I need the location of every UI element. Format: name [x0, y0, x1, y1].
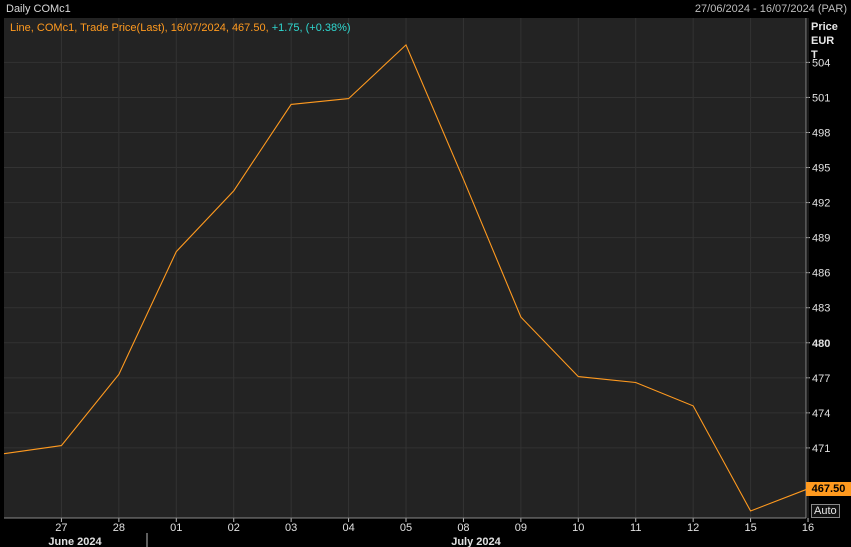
y-tick-label: 477 [812, 373, 830, 385]
unit-header-line: T [811, 49, 818, 61]
last-value-marker: 467.50 [806, 482, 851, 496]
auto-scale-button[interactable]: Auto [811, 504, 840, 518]
x-tick-label: 04 [342, 522, 354, 534]
price-header-line: Price [811, 21, 838, 33]
x-tick-label: 05 [400, 522, 412, 534]
y-tick-label: 501 [812, 92, 830, 104]
x-tick-label: 27 [55, 522, 67, 534]
x-tick-label: 02 [228, 522, 240, 534]
y-tick-label: 483 [812, 303, 830, 315]
x-tick-label: 11 [630, 522, 641, 534]
price-chart[interactable]: 47147447748048348648949249549850150427 28… [0, 0, 851, 547]
y-tick-label: 486 [812, 268, 830, 280]
month-label-july: July 2024 [451, 536, 501, 547]
x-tick-label: 01 [170, 522, 182, 534]
y-tick-label: 471 [812, 443, 830, 455]
month-label-june: June 2024 [48, 536, 102, 547]
y-tick-label: 492 [812, 198, 830, 210]
y-tick-label: 480 [812, 338, 830, 350]
y-tick-label: 498 [812, 127, 830, 139]
y-tick-label: 489 [812, 233, 830, 245]
series-legend: Line, COMc1, Trade Price(Last), 16/07/20… [10, 22, 351, 34]
x-tick-label: 08 [457, 522, 469, 534]
price-axis-header: Price EUR T [811, 20, 838, 62]
x-tick-label: 03 [285, 522, 297, 534]
legend-change: +1.75, (+0.38%) [271, 22, 351, 34]
legend-main: Line, COMc1, Trade Price(Last), 16/07/20… [10, 22, 272, 34]
x-tick-label: 28 [113, 522, 125, 534]
currency-header-line: EUR [811, 35, 835, 47]
x-tick-label: 10 [572, 522, 584, 534]
x-tick-label: 15 [744, 522, 756, 534]
y-tick-label: 474 [812, 408, 830, 420]
x-tick-label: 12 [687, 522, 699, 534]
y-tick-label: 495 [812, 163, 830, 175]
x-tick-label: 16 [802, 522, 814, 534]
x-tick-label: 09 [515, 522, 527, 534]
